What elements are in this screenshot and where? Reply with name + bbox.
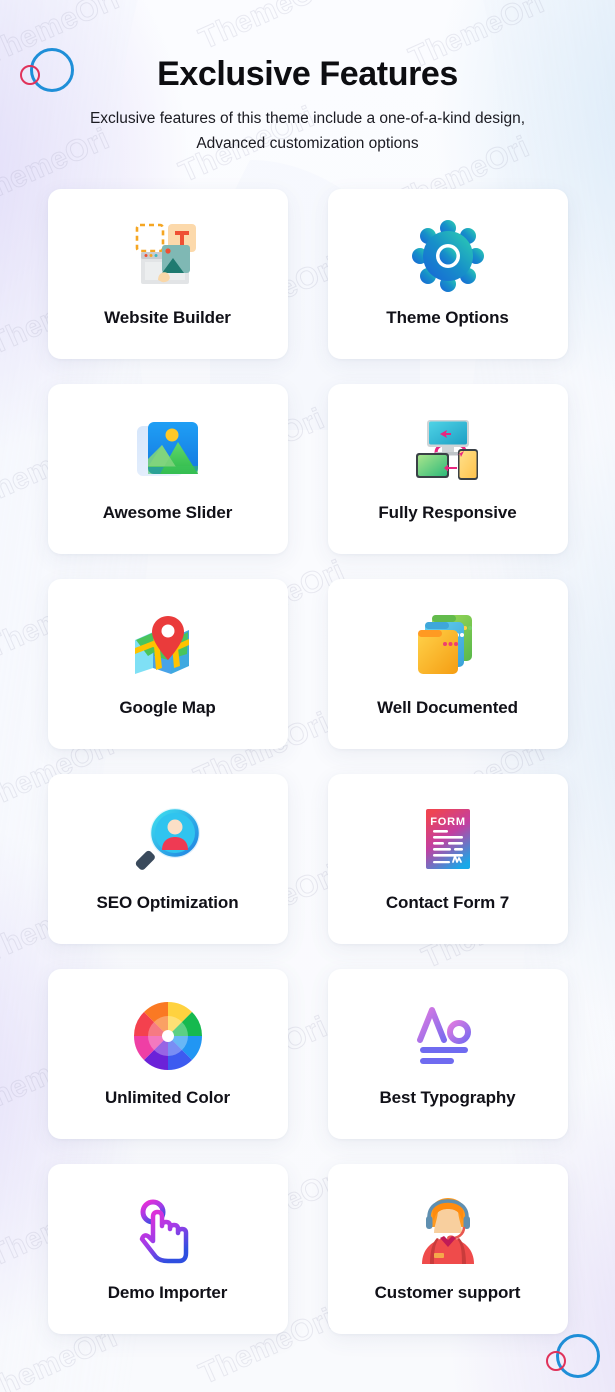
feature-card-demo-importer[interactable]: Demo Importer: [47, 1163, 288, 1334]
color-wheel-icon: [132, 1000, 204, 1072]
svg-text:FORM: FORM: [430, 816, 466, 828]
feature-card-customer-support[interactable]: Customer support: [327, 1163, 568, 1334]
support-agent-icon: [412, 1195, 484, 1267]
feature-card-seo-optimization[interactable]: SEO Optimization: [47, 773, 288, 944]
map-pin-icon: [132, 610, 204, 682]
feature-card-website-builder[interactable]: Website Builder: [47, 188, 288, 359]
page-header: Exclusive Features Exclusive features of…: [0, 0, 615, 157]
feature-label: Well Documented: [377, 697, 518, 717]
feature-card-contact-form-7[interactable]: FORM Contact Form 7: [327, 773, 568, 944]
feature-label: Best Typography: [379, 1087, 516, 1107]
decor-rings-bottom-right: [546, 1334, 606, 1392]
feature-label: Theme Options: [386, 307, 509, 327]
website-builder-icon: [132, 220, 204, 292]
magnifier-person-icon: [132, 805, 204, 877]
feature-label: Customer support: [374, 1282, 521, 1302]
gear-icon: [411, 219, 484, 292]
page-title: Exclusive Features: [157, 55, 458, 93]
red-ring-icon: [546, 1351, 566, 1371]
feature-label: SEO Optimization: [96, 892, 239, 912]
feature-card-fully-responsive[interactable]: Fully Responsive: [327, 383, 568, 554]
feature-label: Fully Responsive: [378, 502, 517, 522]
responsive-devices-icon: [412, 415, 484, 487]
feature-label: Google Map: [119, 697, 216, 717]
feature-card-awesome-slider[interactable]: Awesome Slider: [47, 383, 288, 554]
folder-windows-icon: [412, 610, 484, 682]
features-page: Exclusive Features Exclusive features of…: [0, 0, 615, 1334]
feature-card-well-documented[interactable]: Well Documented: [327, 578, 568, 749]
feature-label: Awesome Slider: [102, 502, 233, 522]
form-document-icon: FORM: [412, 805, 484, 877]
feature-label: Unlimited Color: [104, 1087, 231, 1107]
feature-label: Contact Form 7: [385, 892, 510, 912]
feature-card-best-typography[interactable]: Best Typography: [327, 968, 568, 1139]
features-grid: Website Builder Theme Options Awesome Sl…: [47, 188, 568, 1334]
page-subtitle: Exclusive features of this theme include…: [89, 110, 526, 153]
feature-card-theme-options[interactable]: Theme Options: [327, 188, 568, 359]
feature-card-google-map[interactable]: Google Map: [47, 578, 288, 749]
click-hand-icon: [132, 1195, 204, 1267]
typography-aa-icon: [412, 1000, 484, 1072]
feature-label: Demo Importer: [107, 1282, 228, 1302]
image-slider-icon: [132, 415, 204, 487]
feature-card-unlimited-color[interactable]: Unlimited Color: [47, 968, 288, 1139]
feature-label: Website Builder: [104, 307, 231, 327]
